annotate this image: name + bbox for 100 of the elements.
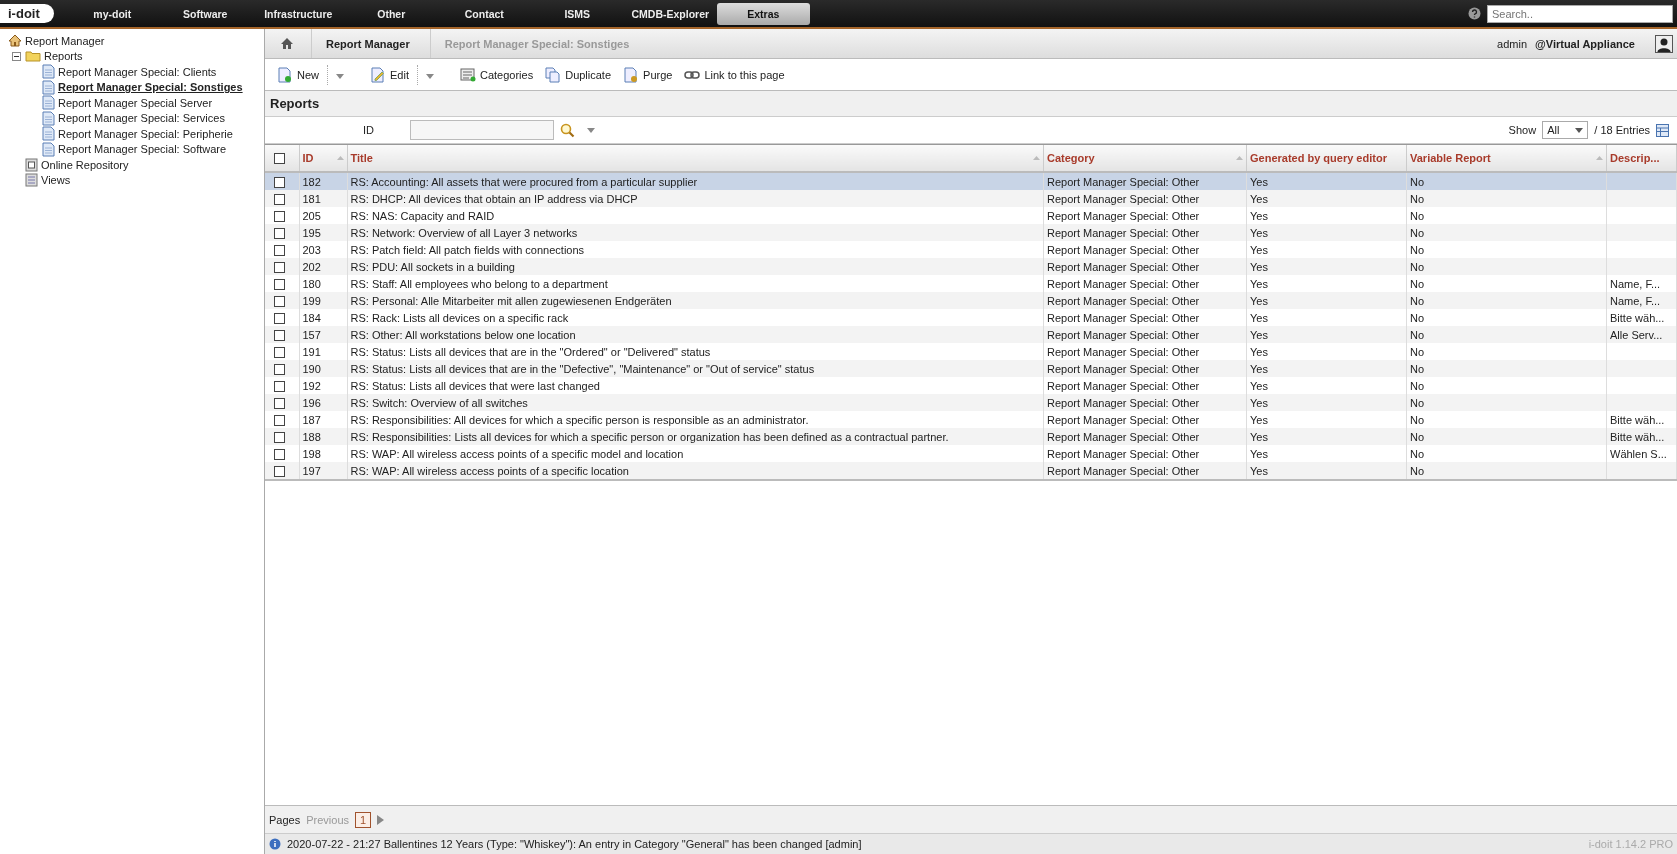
- new-document-icon: [277, 66, 293, 83]
- help-icon[interactable]: [1468, 7, 1481, 20]
- table-cell: Report Manager Special: Other: [1047, 260, 1200, 273]
- toolbar-button[interactable]: Duplicate: [541, 63, 616, 86]
- table-cell: 187: [302, 413, 321, 426]
- table-row[interactable]: 157 RS: Other: All workstations below one location Report Manager Special: Other Yes No Alle Serv...: [265, 326, 1677, 343]
- toolbar-button[interactable]: Purge: [619, 63, 677, 86]
- checkbox[interactable]: [274, 295, 285, 307]
- filter-field[interactable]: [410, 120, 554, 140]
- table-row[interactable]: 182 RS: Accounting: All assets that were procured from a particular supplier Report Manager Special: Other Yes No: [265, 172, 1677, 190]
- show-select[interactable]: All: [1542, 121, 1589, 139]
- nav-tab[interactable]: CMDB-Explorer: [623, 2, 717, 25]
- nav-tab[interactable]: Software: [158, 2, 252, 25]
- nav-tab[interactable]: my-doit: [65, 2, 159, 25]
- column-header[interactable]: Title: [350, 152, 373, 164]
- caret-icon[interactable]: [587, 127, 595, 133]
- tree-item[interactable]: Report Manager Special: Services: [58, 112, 225, 125]
- filter-label: ID: [363, 124, 374, 136]
- tree-item[interactable]: Report Manager Special: Software: [58, 143, 227, 156]
- table-row[interactable]: 196 RS: Switch: Overview of all switches Report Manager Special: Other Yes No: [265, 394, 1677, 411]
- table-cell: Report Manager Special: Other: [1047, 447, 1200, 460]
- collapse-toggle[interactable]: [12, 51, 22, 61]
- table-cell: Report Manager Special: Other: [1047, 379, 1200, 392]
- breadcrumb-link[interactable]: Report Manager: [312, 29, 431, 58]
- table-icon[interactable]: [1656, 123, 1669, 137]
- table-cell: Yes: [1250, 328, 1268, 341]
- tree-item[interactable]: Views: [41, 174, 71, 187]
- checkbox[interactable]: [274, 312, 285, 324]
- column-header[interactable]: Category: [1047, 152, 1095, 164]
- table-cell: 181: [302, 192, 321, 205]
- tree-item[interactable]: Report Manager Special: Peripherie: [58, 127, 233, 140]
- nav-tab[interactable]: Infrastructure: [251, 2, 345, 25]
- nav-tab[interactable]: ISMS: [530, 2, 624, 25]
- page-button[interactable]: 1: [355, 811, 372, 828]
- copy-icon: [545, 66, 562, 83]
- checkbox[interactable]: [274, 227, 285, 239]
- tree-item[interactable]: Report Manager: [25, 34, 105, 47]
- checkbox[interactable]: [274, 261, 285, 273]
- table-cell: Report Manager Special: Other: [1047, 175, 1200, 188]
- table-cell: RS: NAS: Capacity and RAID: [350, 209, 495, 222]
- tree-item[interactable]: Report Manager Special: Clients: [58, 65, 217, 78]
- table-cell: Yes: [1250, 430, 1268, 443]
- table-cell: RS: Patch field: All patch fields with connections: [350, 243, 585, 256]
- table-cell: Alle Serv...: [1610, 328, 1663, 341]
- search-field[interactable]: Search..: [1487, 4, 1673, 23]
- checkbox[interactable]: [274, 363, 285, 375]
- table-cell: RS: WAP: All wireless access points of a specific location: [350, 464, 629, 477]
- toolbar-button[interactable]: Link to this page: [680, 63, 789, 86]
- avatar-icon[interactable]: [1655, 34, 1673, 53]
- table-row[interactable]: 181 RS: DHCP: All devices that obtain an IP address via DHCP Report Manager Special: Other Yes No: [265, 190, 1677, 207]
- toolbar-button[interactable]: Categories: [456, 63, 538, 86]
- table-row[interactable]: 188 RS: Responsibilities: Lists all devices for which a specific person or organization has been defined as a contractual partner. Report Manager Special: Other Yes No Bitte wäh...: [265, 428, 1677, 445]
- column-header[interactable]: Variable Report: [1410, 152, 1491, 164]
- nav-tab[interactable]: Other: [344, 2, 438, 25]
- checkbox[interactable]: [274, 193, 285, 205]
- table-cell: No: [1410, 175, 1425, 188]
- checkbox[interactable]: [274, 244, 285, 256]
- checkbox[interactable]: [274, 153, 285, 165]
- version-label: i-doit 1.14.2 PRO: [1588, 838, 1673, 850]
- toolbar-button[interactable]: Edit: [366, 63, 413, 86]
- checkbox[interactable]: [274, 465, 285, 477]
- checkbox[interactable]: [274, 176, 285, 188]
- tree-item[interactable]: Report Manager Special: Sonstiges: [58, 81, 243, 94]
- column-header[interactable]: ID: [302, 152, 314, 164]
- table-cell: Yes: [1250, 447, 1268, 460]
- table-cell: Wählen S...: [1610, 447, 1667, 460]
- table-cell: Yes: [1250, 192, 1268, 205]
- table-cell: Report Manager Special: Other: [1047, 328, 1200, 341]
- checkbox[interactable]: [274, 380, 285, 392]
- house-icon: [8, 34, 22, 48]
- checkbox[interactable]: [274, 397, 285, 409]
- table-cell: Yes: [1250, 294, 1268, 307]
- table-cell: RS: Responsibilities: All devices for which a specific person is responsible as an administrator.: [350, 413, 809, 426]
- show-label: Show: [1508, 124, 1537, 136]
- next-icon[interactable]: [377, 814, 385, 825]
- nav-tab[interactable]: Extras: [716, 2, 810, 25]
- table-row[interactable]: 195 RS: Network: Overview of all Layer 3 networks Report Manager Special: Other Yes No: [265, 224, 1677, 241]
- checkbox[interactable]: [274, 210, 285, 222]
- table-cell: No: [1410, 362, 1425, 375]
- logo[interactable]: i-doit: [0, 4, 54, 23]
- checkbox[interactable]: [274, 346, 285, 358]
- table-row[interactable]: 197 RS: WAP: All wireless access points of a specific location Report Manager Special: Other Yes No: [265, 462, 1677, 480]
- nav-tab[interactable]: Contact: [437, 2, 531, 25]
- toolbar-button[interactable]: New: [273, 63, 323, 86]
- tree-item[interactable]: Reports: [44, 50, 83, 63]
- checkbox[interactable]: [274, 431, 285, 443]
- checkbox[interactable]: [274, 448, 285, 460]
- checkbox[interactable]: [274, 278, 285, 290]
- checkbox[interactable]: [274, 414, 285, 426]
- table-row[interactable]: 202 RS: PDU: All sockets in a building Report Manager Special: Other Yes No: [265, 258, 1677, 275]
- table-row[interactable]: 199 RS: Personal: Alle Mitarbeiter mit allen zugewiesenen Endgeräten Report Manager Special: Other Yes No Name, F...: [265, 292, 1677, 309]
- tree-item[interactable]: Online Repository: [41, 158, 129, 171]
- table-row[interactable]: 190 RS: Status: Lists all devices that are in the "Defective", "Maintenance" or "Out of service" status Report Manager Special: Other Yes No: [265, 360, 1677, 377]
- search-icon[interactable]: [560, 122, 575, 138]
- pages-label: Pages: [269, 813, 301, 826]
- checkbox[interactable]: [274, 329, 285, 341]
- info-icon: [269, 838, 281, 850]
- tree-item[interactable]: Report Manager Special Server: [58, 96, 213, 109]
- table-cell: 188: [302, 430, 321, 443]
- table-cell: No: [1410, 311, 1425, 324]
